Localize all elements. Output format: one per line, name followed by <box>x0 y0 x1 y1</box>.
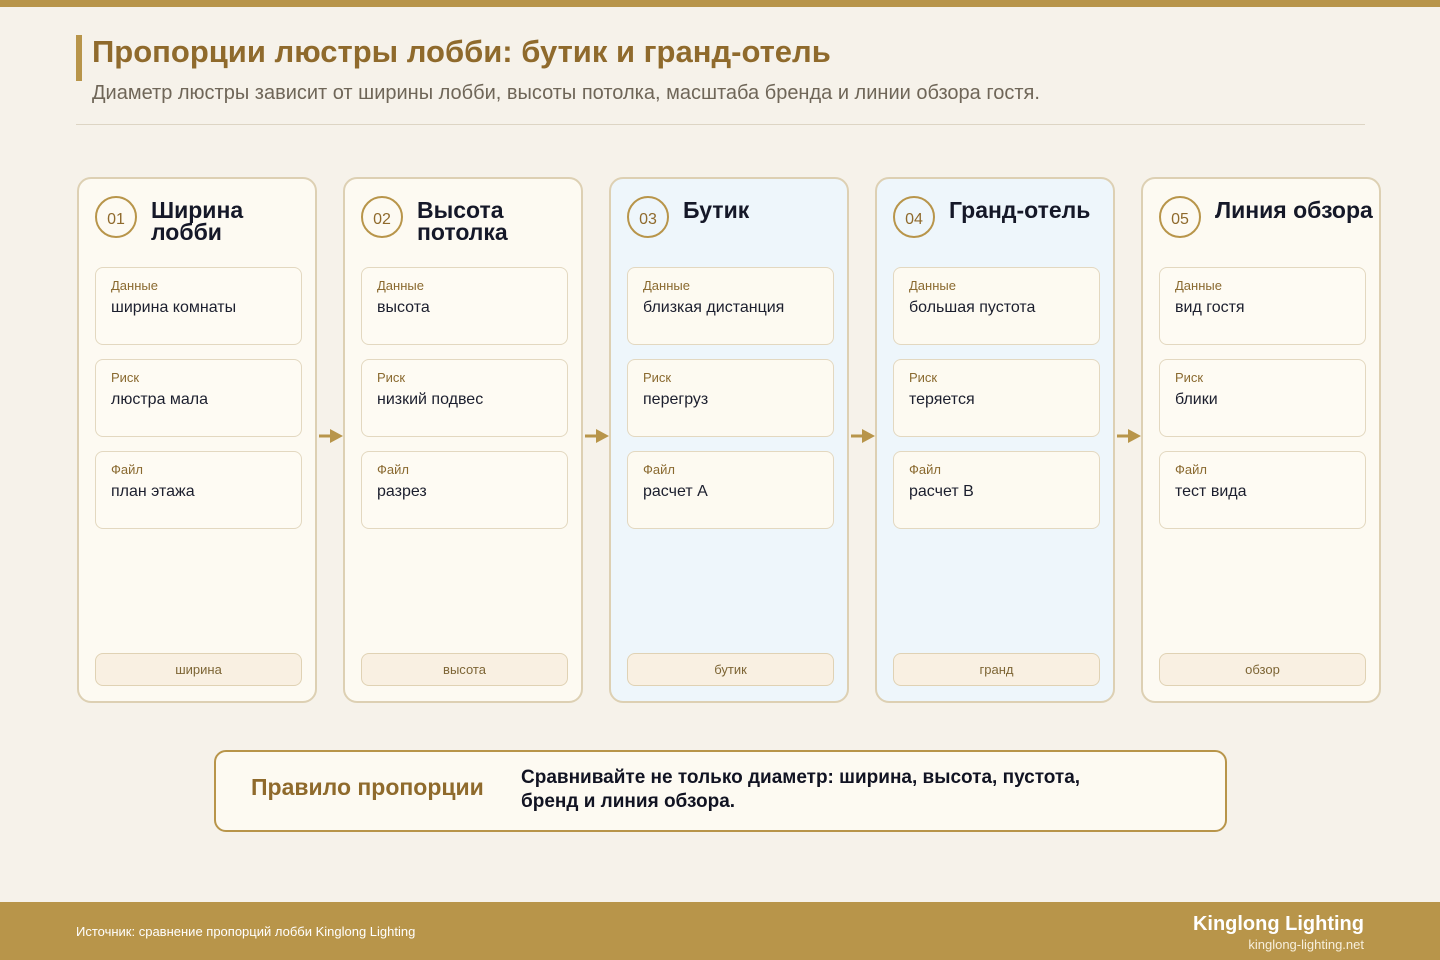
field-label: Данные <box>643 278 690 293</box>
file-field: Файл тест вида <box>1159 451 1366 529</box>
footer: Источник: сравнение пропорций лобби King… <box>0 902 1440 960</box>
arrow-right-icon <box>585 429 609 443</box>
data-field: Данные близкая дистанция <box>627 267 834 345</box>
step-tag: обзор <box>1159 653 1366 686</box>
field-value: блики <box>1175 391 1218 408</box>
field-label: Риск <box>377 370 406 385</box>
field-value: высота <box>377 299 430 316</box>
field-label: Данные <box>1175 278 1222 293</box>
title-accent-bar <box>76 35 82 81</box>
step-card-4: 04 Гранд-отель Данные большая пустота Ри… <box>875 177 1115 703</box>
step-number-badge: 05 <box>1159 196 1201 238</box>
field-label: Риск <box>909 370 938 385</box>
step-number-badge: 01 <box>95 196 137 238</box>
data-field: Данные высота <box>361 267 568 345</box>
rule-title: Правило пропорции <box>251 774 484 800</box>
step-number-badge: 03 <box>627 196 669 238</box>
field-label: Файл <box>909 462 941 477</box>
field-value: план этажа <box>111 483 195 500</box>
page-subtitle: Диаметр люстры зависит от ширины лобби, … <box>92 82 1040 104</box>
page-title: Пропорции люстры лобби: бутик и гранд-от… <box>92 34 831 69</box>
step-number-badge: 02 <box>361 196 403 238</box>
header-divider <box>76 124 1365 125</box>
field-value: перегруз <box>643 391 709 408</box>
field-label: Файл <box>1175 462 1207 477</box>
step-tag: гранд <box>893 653 1100 686</box>
field-label: Файл <box>643 462 675 477</box>
footer-url: kinglong-lighting.net <box>1248 937 1364 952</box>
arrow-right-icon <box>1117 429 1141 443</box>
step-title: Линия обзора <box>1215 197 1373 223</box>
field-value: вид гостя <box>1175 299 1245 316</box>
field-label: Риск <box>1175 370 1204 385</box>
step-card-2: 02 Высота потолка Данные высота Риск низ… <box>343 177 583 703</box>
data-field: Данные ширина комнаты <box>95 267 302 345</box>
field-label: Данные <box>909 278 956 293</box>
footer-brand: Kinglong Lighting <box>1192 913 1364 935</box>
field-label: Данные <box>111 278 158 293</box>
proportion-rule-box: Правило пропорции Сравнивайте не только … <box>214 750 1227 832</box>
file-field: Файл план этажа <box>95 451 302 529</box>
arrow-right-icon <box>319 429 343 443</box>
risk-field: Риск люстра мала <box>95 359 302 437</box>
step-card-3: 03 Бутик Данные близкая дистанция Риск п… <box>609 177 849 703</box>
step-title: Высота потолка <box>417 197 508 245</box>
field-value: ширина комнаты <box>111 299 237 316</box>
risk-field: Риск теряется <box>893 359 1100 437</box>
field-value: тест вида <box>1175 483 1247 500</box>
step-title: Ширина лобби <box>151 197 244 245</box>
field-value: люстра мала <box>111 391 209 408</box>
data-field: Данные вид гостя <box>1159 267 1366 345</box>
field-value: расчет B <box>909 483 974 500</box>
step-tag: ширина <box>95 653 302 686</box>
field-value: низкий подвес <box>377 391 484 408</box>
rule-text: Сравнивайте не только диаметр: ширина, в… <box>521 767 1081 812</box>
field-label: Файл <box>111 462 143 477</box>
field-value: разрез <box>377 483 427 500</box>
field-label: Файл <box>377 462 409 477</box>
data-field: Данные большая пустота <box>893 267 1100 345</box>
footer-source: Источник: сравнение пропорций лобби King… <box>76 924 416 939</box>
step-title: Гранд-отель <box>949 197 1091 223</box>
file-field: Файл разрез <box>361 451 568 529</box>
step-number-badge: 04 <box>893 196 935 238</box>
file-field: Файл расчет B <box>893 451 1100 529</box>
step-title: Бутик <box>683 197 750 223</box>
field-value: большая пустота <box>909 299 1036 316</box>
step-card-5: 05 Линия обзора Данные вид гостя Риск бл… <box>1141 177 1381 703</box>
top-accent-bar <box>0 0 1440 7</box>
risk-field: Риск низкий подвес <box>361 359 568 437</box>
risk-field: Риск перегруз <box>627 359 834 437</box>
field-label: Риск <box>111 370 140 385</box>
step-tag: высота <box>361 653 568 686</box>
field-label: Риск <box>643 370 672 385</box>
arrow-right-icon <box>851 429 875 443</box>
field-value: теряется <box>909 391 975 408</box>
field-value: близкая дистанция <box>643 299 785 316</box>
field-label: Данные <box>377 278 424 293</box>
risk-field: Риск блики <box>1159 359 1366 437</box>
step-tag: бутик <box>627 653 834 686</box>
step-card-1: 01 Ширина лобби Данные ширина комнаты Ри… <box>77 177 317 703</box>
file-field: Файл расчет A <box>627 451 834 529</box>
field-value: расчет A <box>643 483 708 500</box>
